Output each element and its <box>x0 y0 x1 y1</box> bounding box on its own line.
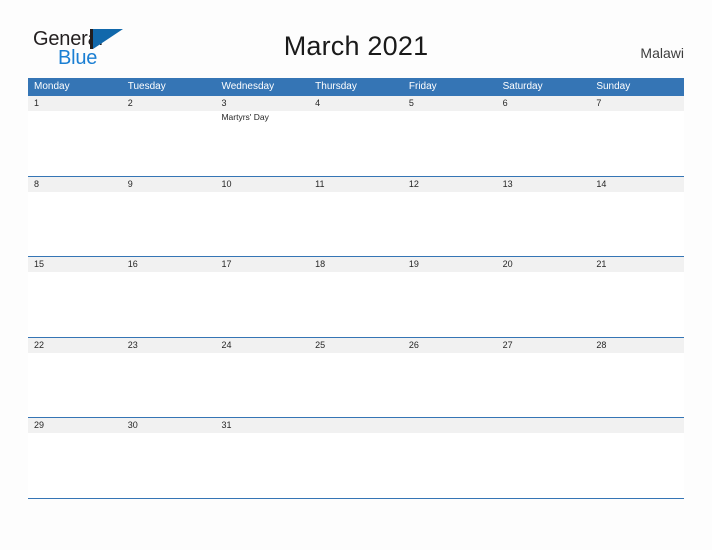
day-number[interactable]: 6 <box>497 96 591 111</box>
day-number[interactable]: 22 <box>28 338 122 353</box>
weekday-header-tuesday: Tuesday <box>127 81 166 92</box>
day-cell[interactable] <box>590 111 684 175</box>
calendar-week-row: 1 2 3 4 5 6 7 Martyrs' Day <box>28 96 684 177</box>
day-cell[interactable] <box>122 111 216 175</box>
day-number <box>497 418 591 433</box>
day-cell[interactable] <box>309 192 403 256</box>
week-daynumber-band: 15 16 17 18 19 20 21 <box>28 257 684 272</box>
week-content-band <box>28 272 684 336</box>
day-number[interactable]: 30 <box>122 418 216 433</box>
week-daynumber-band: 29 30 31 <box>28 418 684 433</box>
day-number[interactable]: 5 <box>403 96 497 111</box>
week-content-band <box>28 433 684 497</box>
day-number[interactable]: 4 <box>309 96 403 111</box>
day-cell[interactable] <box>28 272 122 336</box>
day-cell[interactable] <box>403 192 497 256</box>
weekday-header-monday: Monday <box>34 81 70 92</box>
day-number[interactable]: 2 <box>122 96 216 111</box>
week-daynumber-band: 1 2 3 4 5 6 7 <box>28 96 684 111</box>
weekday-header-row: Monday Tuesday Wednesday Thursday Friday… <box>28 78 684 96</box>
week-content-band: Martyrs' Day <box>28 111 684 175</box>
day-cell[interactable] <box>122 192 216 256</box>
day-cell[interactable] <box>309 353 403 417</box>
day-cell[interactable] <box>403 111 497 175</box>
day-number[interactable]: 29 <box>28 418 122 433</box>
day-cell[interactable] <box>403 353 497 417</box>
weekday-header-saturday: Saturday <box>502 81 543 92</box>
day-number <box>403 418 497 433</box>
day-cell[interactable] <box>497 272 591 336</box>
weekday-header-thursday: Thursday <box>315 81 357 92</box>
day-number[interactable]: 19 <box>403 257 497 272</box>
page-title: March 2021 <box>283 31 429 61</box>
day-cell[interactable] <box>215 272 309 336</box>
holiday-label: Martyrs' Day <box>221 112 269 122</box>
day-cell[interactable] <box>309 272 403 336</box>
day-number <box>590 418 684 433</box>
day-cell[interactable] <box>497 353 591 417</box>
day-number[interactable]: 28 <box>590 338 684 353</box>
day-number[interactable]: 31 <box>215 418 309 433</box>
day-number[interactable]: 1 <box>28 96 122 111</box>
day-number[interactable]: 18 <box>309 257 403 272</box>
day-cell[interactable]: Martyrs' Day <box>215 111 309 175</box>
weekday-header-sunday: Sunday <box>596 81 631 92</box>
week-content-band <box>28 353 684 417</box>
day-cell[interactable] <box>28 192 122 256</box>
day-number[interactable]: 7 <box>590 96 684 111</box>
day-number[interactable]: 17 <box>215 257 309 272</box>
day-cell <box>403 433 497 497</box>
day-number[interactable]: 13 <box>497 177 591 192</box>
day-number <box>309 418 403 433</box>
day-number[interactable]: 26 <box>403 338 497 353</box>
day-cell[interactable] <box>28 111 122 175</box>
day-cell[interactable] <box>122 353 216 417</box>
day-cell[interactable] <box>497 192 591 256</box>
day-cell[interactable] <box>28 433 122 497</box>
calendar-grid: Monday Tuesday Wednesday Thursday Friday… <box>28 78 684 499</box>
calendar-week-row: 8 9 10 11 12 13 14 <box>28 176 684 257</box>
day-cell[interactable] <box>590 192 684 256</box>
day-number[interactable]: 12 <box>403 177 497 192</box>
calendar-week-row: 15 16 17 18 19 20 21 <box>28 257 684 338</box>
week-content-band <box>28 192 684 256</box>
day-cell[interactable] <box>215 353 309 417</box>
calendar-page: General Blue March 2021 Malawi Monday Tu… <box>0 0 712 550</box>
country-label: Malawi <box>640 45 684 61</box>
calendar-week-row: 29 30 31 <box>28 418 684 499</box>
day-number[interactable]: 16 <box>122 257 216 272</box>
day-cell <box>590 433 684 497</box>
day-number[interactable]: 10 <box>215 177 309 192</box>
day-number[interactable]: 11 <box>309 177 403 192</box>
weekday-header-wednesday: Wednesday <box>221 81 275 92</box>
day-cell[interactable] <box>403 272 497 336</box>
calendar-week-row: 22 23 24 25 26 27 28 <box>28 337 684 418</box>
day-cell[interactable] <box>122 272 216 336</box>
day-number[interactable]: 9 <box>122 177 216 192</box>
day-number[interactable]: 27 <box>497 338 591 353</box>
day-number[interactable]: 3 <box>215 96 309 111</box>
page-header: General Blue March 2021 Malawi <box>0 0 712 78</box>
day-cell[interactable] <box>28 353 122 417</box>
day-cell[interactable] <box>590 353 684 417</box>
day-number[interactable]: 15 <box>28 257 122 272</box>
week-daynumber-band: 22 23 24 25 26 27 28 <box>28 337 684 353</box>
day-cell[interactable] <box>122 433 216 497</box>
day-cell[interactable] <box>590 272 684 336</box>
day-cell <box>497 433 591 497</box>
day-number[interactable]: 23 <box>122 338 216 353</box>
day-number[interactable]: 14 <box>590 177 684 192</box>
day-cell[interactable] <box>215 433 309 497</box>
week-daynumber-band: 8 9 10 11 12 13 14 <box>28 176 684 192</box>
day-number[interactable]: 8 <box>28 177 122 192</box>
day-number[interactable]: 20 <box>497 257 591 272</box>
weekday-header-friday: Friday <box>408 81 437 92</box>
day-cell[interactable] <box>309 111 403 175</box>
day-cell <box>309 433 403 497</box>
day-cell[interactable] <box>215 192 309 256</box>
day-number[interactable]: 25 <box>309 338 403 353</box>
day-number[interactable]: 21 <box>590 257 684 272</box>
day-cell[interactable] <box>497 111 591 175</box>
day-number[interactable]: 24 <box>215 338 309 353</box>
